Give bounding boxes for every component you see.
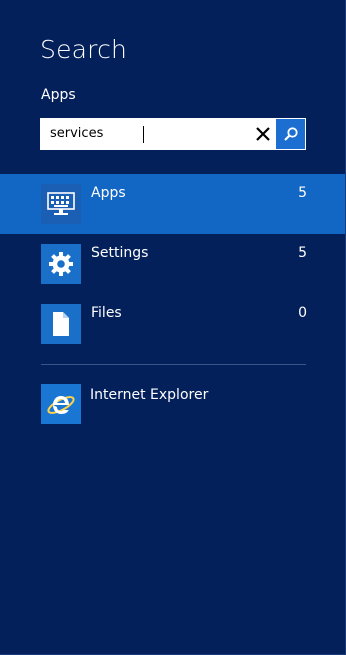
search-box: [40, 118, 306, 150]
apps-icon: [47, 192, 75, 215]
gear-icon: [49, 252, 73, 276]
pane-title: Search: [40, 35, 128, 64]
category-label: Settings: [91, 245, 149, 261]
text-caret: [143, 126, 144, 143]
suggestion-label: Internet Explorer: [90, 387, 209, 403]
search-input[interactable]: [41, 119, 256, 149]
category-label: Apps: [91, 185, 126, 201]
clear-search-button[interactable]: [249, 119, 277, 149]
results-divider: [41, 364, 306, 365]
category-count: 0: [298, 305, 307, 321]
search-scope-label[interactable]: Apps: [41, 86, 76, 104]
category-settings[interactable]: Settings 5: [0, 234, 345, 294]
category-label: Files: [91, 305, 122, 321]
close-icon: [256, 127, 270, 141]
settings-tile: [41, 244, 81, 284]
internet-explorer-tile: [41, 384, 81, 424]
category-count: 5: [298, 185, 307, 201]
category-apps[interactable]: Apps 5: [0, 174, 345, 234]
search-charm-pane: Search Apps services Apps 5 Settings 5 F…: [0, 0, 346, 655]
category-count: 5: [298, 245, 307, 261]
apps-tile: [41, 184, 81, 224]
file-icon: [53, 312, 69, 336]
search-go-button[interactable]: [276, 119, 305, 149]
search-icon: [283, 127, 298, 141]
files-tile: [41, 304, 81, 344]
internet-explorer-icon: [47, 396, 75, 414]
category-files[interactable]: Files 0: [0, 294, 345, 354]
suggestion-internet-explorer[interactable]: Internet Explorer: [0, 374, 345, 434]
